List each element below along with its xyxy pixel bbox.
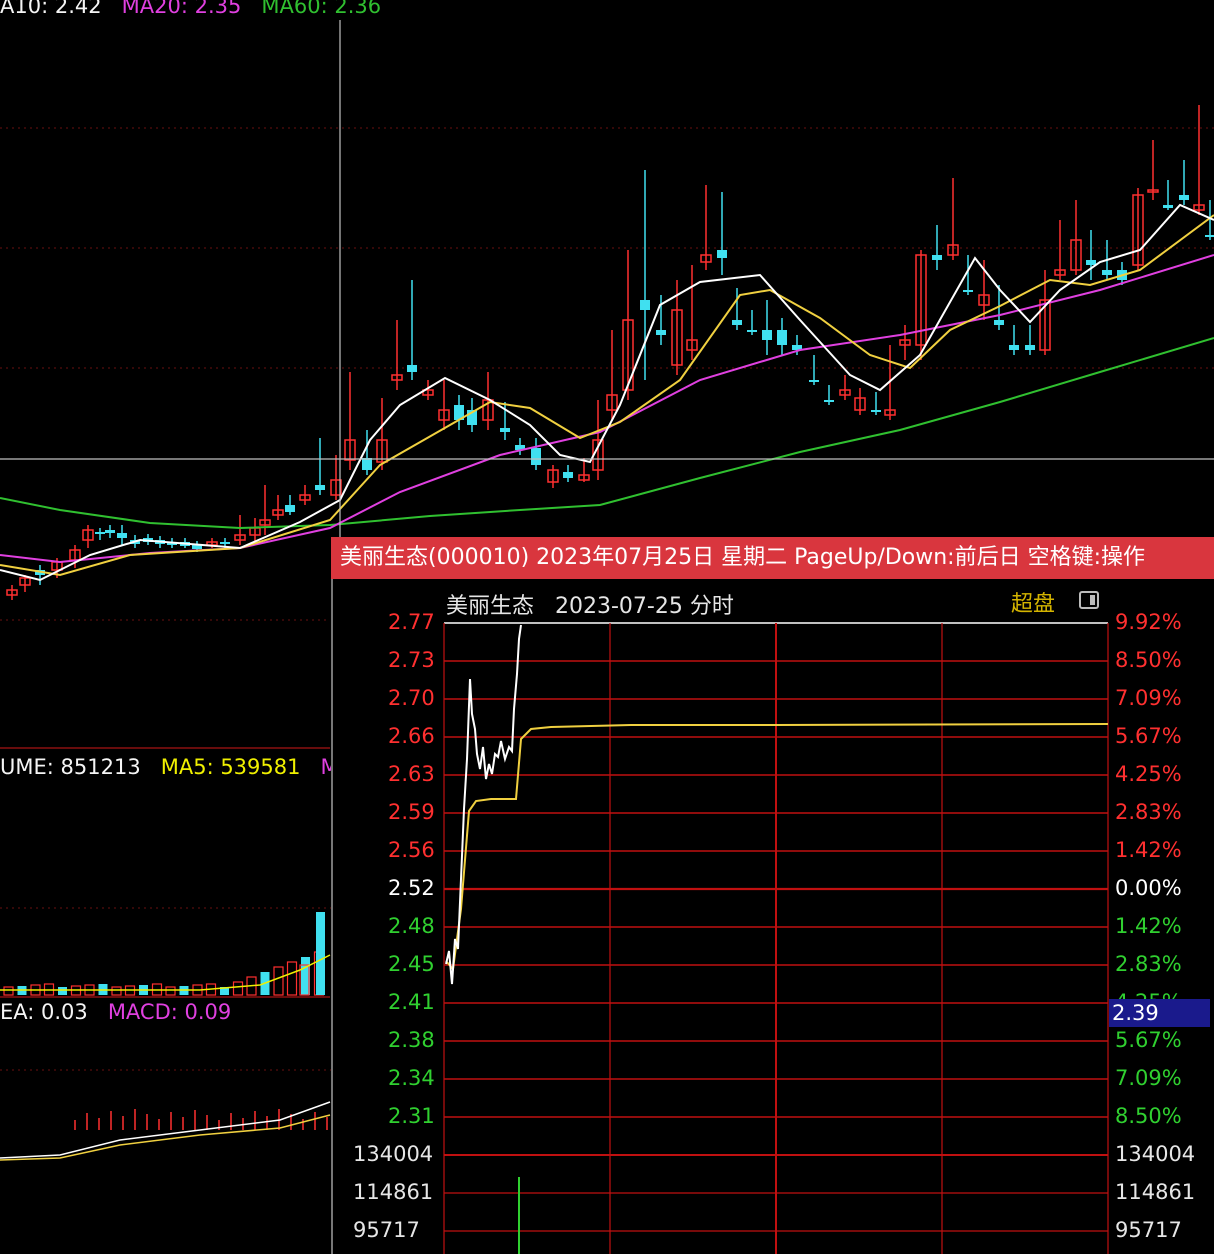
percent-tick-label: 7.09%: [1115, 686, 1182, 710]
volume-bar: [316, 912, 325, 995]
candle-body: [809, 380, 819, 382]
chart-date: 2023-07-25 分时: [555, 594, 734, 619]
candle-body: [871, 410, 881, 412]
volume-label: UME: 851213: [0, 755, 141, 779]
percent-tick-label: 7.09%: [1115, 1066, 1182, 1090]
candle-body: [220, 542, 230, 544]
volume-bar: [165, 986, 176, 996]
candle-body: [1163, 205, 1173, 208]
price-tick-label: 2.31: [388, 1104, 435, 1128]
percent-tick-label: 5.67%: [1115, 724, 1182, 748]
candle-body: [407, 365, 417, 372]
ma60-line: [0, 337, 1214, 530]
candle-body: [717, 250, 727, 258]
candle-body: [105, 530, 115, 533]
price-tick-label: 2.45: [388, 952, 435, 976]
price-tick-label: 2.41: [388, 990, 435, 1014]
percent-tick-label: 5.67%: [1115, 1028, 1182, 1052]
volume-tick-left: 134004: [353, 1142, 434, 1166]
percent-tick-label: 0.00%: [1115, 876, 1182, 900]
percent-tick-label: 1.42%: [1115, 914, 1182, 938]
macd-legend: EA: 0.03 MACD: 0.09: [0, 1000, 231, 1024]
price-tick-label: 2.77: [388, 610, 435, 634]
candle-body: [285, 505, 295, 512]
price-tick-label: 2.73: [388, 648, 435, 672]
candle-body: [963, 290, 973, 292]
popup-title-bar[interactable]: 美丽生态(000010) 2023年07月25日 星期二 PageUp/Down…: [331, 537, 1214, 579]
volume-bar: [3, 986, 14, 996]
candle-body: [362, 458, 372, 470]
price-tick-label: 2.56: [388, 838, 435, 862]
stock-name: 美丽生态: [446, 594, 535, 619]
candle-body: [500, 428, 510, 432]
price-tick-label: 2.52: [388, 876, 435, 900]
panel-toggle-icon-bar: [1090, 595, 1095, 605]
volume-tick-right: 114861: [1115, 1180, 1196, 1204]
super-panel-label: 超盘: [1011, 592, 1056, 617]
volume-tick-left: 95717: [353, 1218, 420, 1242]
price-tick-label: 2.59: [388, 800, 435, 824]
percent-tick-label: 2.83%: [1115, 800, 1182, 824]
percent-tick-label: 8.50%: [1115, 1104, 1182, 1128]
popup-title: 美丽生态(000010) 2023年07月25日 星期二 PageUp/Down…: [340, 545, 1145, 570]
price-tick-label: 2.34: [388, 1066, 435, 1090]
ma20-label: MA20: 2.35: [121, 0, 242, 18]
percent-tick-label: 2.83%: [1115, 952, 1182, 976]
popup-header: 美丽生态 2023-07-25 分时: [446, 588, 734, 620]
price-tick-label: 2.38: [388, 1028, 435, 1052]
percent-tick-label: 4.25%: [1115, 762, 1182, 786]
volume-bar: [232, 981, 244, 996]
volume-bar: [58, 987, 67, 995]
percent-tick-label: 9.92%: [1115, 610, 1182, 634]
current-price-marker: 2.39: [1109, 999, 1210, 1027]
candle-body: [563, 472, 573, 478]
volume-bar: [273, 966, 284, 996]
volume-bar: [111, 986, 122, 996]
candle-body: [747, 330, 757, 332]
intraday-popup[interactable]: 美丽生态 2023-07-25 分时 超盘 2.77 2.73 2.70 2.66 2.…: [331, 579, 1214, 1254]
candle-body: [117, 533, 127, 538]
current-price-label: 2.39: [1112, 1001, 1159, 1025]
volume-tick-right: 95717: [1115, 1218, 1182, 1242]
volume-tick-right: 134004: [1115, 1142, 1196, 1166]
candle-body: [732, 320, 742, 325]
volume-ma5-label: MA5: 539581: [160, 755, 301, 779]
candle-body: [762, 330, 772, 340]
candle-body: [1179, 195, 1189, 200]
price-tick-label: 2.48: [388, 914, 435, 938]
candle-body: [531, 448, 541, 465]
percent-tick-label: 8.50%: [1115, 648, 1182, 672]
candle-body: [640, 300, 650, 310]
candle-body: [656, 330, 666, 335]
candle-body: [1086, 260, 1096, 265]
candle-body: [1025, 345, 1035, 350]
ma-legend: A10: 2.42 MA20: 2.35 MA60: 2.36: [0, 0, 381, 18]
panel-toggle-icon[interactable]: [1079, 591, 1099, 609]
percent-tick-label: 1.42%: [1115, 838, 1182, 862]
dea-label: EA: 0.03: [0, 1000, 88, 1024]
dea-line: [0, 1114, 331, 1161]
candle-body: [1205, 235, 1214, 237]
volume-ma-line: [0, 954, 331, 991]
volume-bar: [286, 961, 298, 996]
volume-legend: UME: 851213 MA5: 539581 MA: [0, 755, 353, 779]
volume-tick-left: 114861: [353, 1180, 434, 1204]
price-tick-label: 2.66: [388, 724, 435, 748]
candle-body: [932, 255, 942, 260]
price-tick-label: 2.70: [388, 686, 435, 710]
candle-body: [1102, 270, 1112, 275]
intraday-chart[interactable]: [331, 579, 1214, 1254]
macd-label: MACD: 0.09: [107, 1000, 232, 1024]
candle-body: [95, 532, 105, 534]
candle-body: [1009, 345, 1019, 350]
dif-line: [0, 1101, 331, 1159]
candle-body: [777, 330, 787, 345]
ma60-label: MA60: 2.36: [261, 0, 382, 18]
candle-body: [315, 485, 325, 490]
ma10-label: A10: 2.42: [0, 0, 102, 18]
price-tick-label: 2.63: [388, 762, 435, 786]
candle-body: [994, 320, 1004, 325]
candle-body: [824, 400, 834, 402]
super-panel-button[interactable]: 超盘: [1011, 586, 1055, 618]
